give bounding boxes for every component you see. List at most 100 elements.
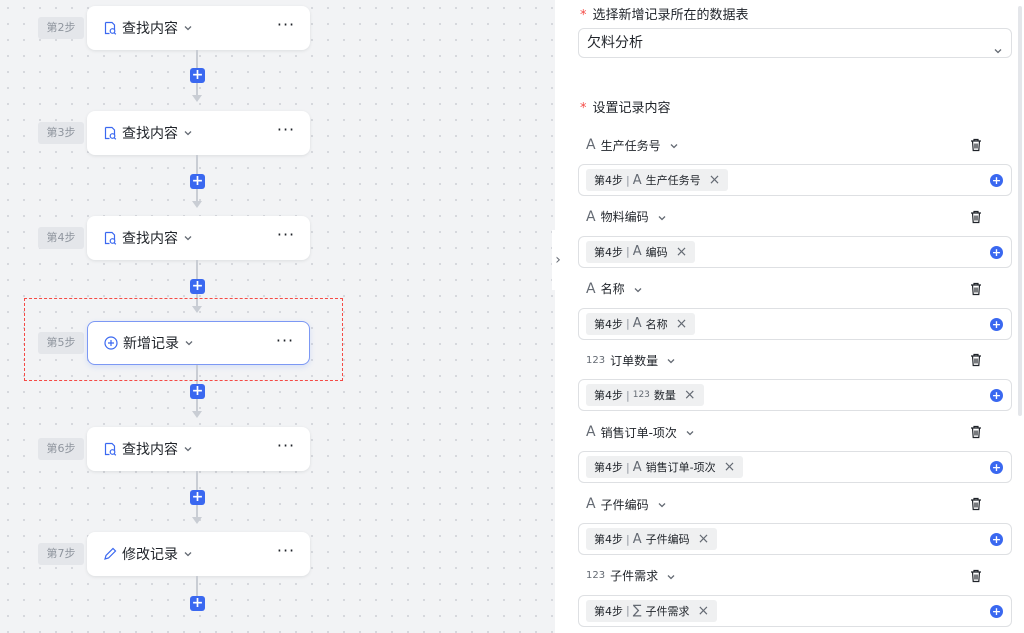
- field-type-icon: 123: [586, 354, 606, 366]
- chip-separator: |: [626, 460, 630, 474]
- workflow-canvas[interactable]: 第2步 查找内容 ··· 第3步 查找内容 ··· 第4步 查找内容 ··· 第5步 新增记录 ···…: [0, 0, 555, 633]
- chevron-down-icon[interactable]: [633, 284, 643, 294]
- trash-icon[interactable]: [968, 352, 984, 368]
- add-step-button[interactable]: +: [190, 596, 205, 611]
- chip-field: 名称: [645, 317, 668, 331]
- chevron-down-icon[interactable]: [183, 128, 193, 138]
- panel-scrollbar[interactable]: [1018, 6, 1022, 416]
- close-icon[interactable]: ×: [684, 387, 696, 403]
- trash-icon[interactable]: [968, 568, 984, 584]
- chip-field: 销售订单-项次: [645, 461, 716, 475]
- field-value-box[interactable]: 第4步 | 123 数量 × +: [578, 379, 1012, 412]
- close-icon[interactable]: ×: [676, 244, 688, 260]
- step-title: 查找内容: [122, 231, 178, 247]
- add-variable-icon[interactable]: +: [990, 174, 1003, 187]
- add-variable-icon[interactable]: +: [990, 389, 1003, 403]
- more-menu-icon[interactable]: ···: [276, 227, 296, 247]
- trash-icon[interactable]: [968, 209, 984, 225]
- config-panel: * 选择新增记录所在的数据表 欠料分析 * 设置记录内容 A 生产任务号 第4步 | A 生产…: [564, 0, 1024, 633]
- chevron-down-icon[interactable]: [666, 571, 676, 581]
- more-menu-icon[interactable]: ···: [276, 543, 296, 563]
- chevron-down-icon[interactable]: [183, 444, 193, 454]
- field-header: 123 子件需求: [586, 566, 1006, 586]
- chip-type-icon: 123: [632, 390, 650, 401]
- field-header: 123 订单数量: [586, 350, 1006, 370]
- field-header: A 生产任务号: [586, 135, 1006, 155]
- chip-step: 第4步: [594, 317, 623, 331]
- step-node[interactable]: 查找内容 ···: [87, 111, 310, 155]
- add-step-button[interactable]: +: [190, 174, 205, 189]
- table-select[interactable]: 欠料分析: [578, 28, 1012, 58]
- workflow-step: 第2步 查找内容 ···: [0, 6, 555, 50]
- step-node[interactable]: 修改记录 ···: [87, 532, 310, 576]
- close-icon[interactable]: ×: [724, 459, 736, 475]
- add-step-button[interactable]: +: [190, 279, 205, 294]
- step-badge: 第4步: [38, 227, 84, 249]
- chip-field: 子件需求: [645, 604, 690, 618]
- trash-icon[interactable]: [968, 281, 984, 297]
- step-badge: 第2步: [38, 17, 84, 39]
- chip-field: 编码: [645, 245, 668, 259]
- more-menu-icon[interactable]: ···: [276, 17, 296, 37]
- variable-chip: 第4步 | A 子件编码 ×: [586, 528, 718, 550]
- add-variable-icon[interactable]: +: [990, 461, 1003, 475]
- field-name: 子件编码: [600, 497, 649, 512]
- connector-line: [196, 471, 198, 490]
- more-menu-icon[interactable]: ···: [276, 122, 296, 142]
- chevron-down-icon[interactable]: [183, 549, 193, 559]
- chip-step: 第4步: [594, 389, 623, 403]
- variable-chip: 第4步 | A 销售订单-项次 ×: [586, 456, 744, 479]
- add-step-button[interactable]: +: [190, 490, 205, 505]
- trash-icon[interactable]: [968, 137, 984, 153]
- chevron-down-icon[interactable]: [666, 355, 676, 365]
- field-value-box[interactable]: 第4步 | A 生产任务号 × +: [578, 164, 1012, 196]
- chip-separator: |: [626, 173, 630, 187]
- add-step-button[interactable]: +: [190, 384, 205, 399]
- chevron-down-icon: [993, 38, 1003, 54]
- step-title: 查找内容: [122, 21, 178, 37]
- field-type-icon: A: [586, 424, 596, 441]
- trash-icon[interactable]: [968, 424, 984, 440]
- step-badge: 第6步: [38, 438, 84, 460]
- close-icon[interactable]: ×: [697, 603, 709, 619]
- add-step-button[interactable]: +: [190, 68, 205, 83]
- close-icon[interactable]: ×: [709, 172, 721, 188]
- chevron-down-icon[interactable]: [183, 233, 193, 243]
- chip-separator: |: [626, 317, 630, 331]
- field-value-box[interactable]: 第4步 | ∑ 子件需求 × +: [578, 594, 1012, 627]
- add-variable-icon[interactable]: +: [990, 317, 1003, 331]
- variable-chip: 第4步 | 123 数量 ×: [586, 384, 704, 407]
- step-node[interactable]: 查找内容 ···: [87, 6, 310, 50]
- close-icon[interactable]: ×: [698, 531, 710, 547]
- table-section-label: * 选择新增记录所在的数据表: [580, 4, 749, 23]
- add-variable-icon[interactable]: +: [990, 245, 1003, 259]
- connector-arrow: [192, 201, 202, 208]
- workflow-step: 第6步 查找内容 ···: [0, 427, 555, 471]
- step-node[interactable]: 查找内容 ···: [87, 427, 310, 471]
- field-value-box[interactable]: 第4步 | A 子件编码 × +: [578, 523, 1012, 555]
- collapse-panel-button[interactable]: ›: [552, 230, 564, 290]
- field-value-box[interactable]: 第4步 | A 销售订单-项次 × +: [578, 451, 1012, 484]
- add-variable-icon[interactable]: +: [990, 604, 1003, 618]
- workflow-step: 第7步 修改记录 ···: [0, 532, 555, 576]
- add-variable-icon[interactable]: +: [990, 533, 1003, 546]
- chip-step: 第4步: [594, 533, 623, 546]
- connector-line: [196, 505, 198, 517]
- chevron-down-icon[interactable]: [657, 499, 667, 509]
- variable-chip: 第4步 | A 编码 ×: [586, 240, 696, 263]
- field-value-box[interactable]: 第4步 | A 名称 × +: [578, 307, 1012, 340]
- connector-arrow: [192, 95, 202, 102]
- connector-line: [196, 50, 198, 68]
- chevron-down-icon[interactable]: [685, 427, 695, 437]
- field-value-box[interactable]: 第4步 | A 编码 × +: [578, 235, 1012, 268]
- chevron-down-icon[interactable]: [183, 23, 193, 33]
- required-mark: *: [580, 101, 587, 116]
- step-node[interactable]: 查找内容 ···: [87, 216, 310, 260]
- field-header: A 子件编码: [586, 494, 1006, 514]
- chip-type-icon: A: [632, 459, 642, 475]
- chevron-down-icon[interactable]: [669, 140, 679, 150]
- chevron-down-icon[interactable]: [657, 212, 667, 222]
- trash-icon[interactable]: [968, 496, 984, 512]
- close-icon[interactable]: ×: [676, 316, 688, 332]
- more-menu-icon[interactable]: ···: [276, 438, 296, 458]
